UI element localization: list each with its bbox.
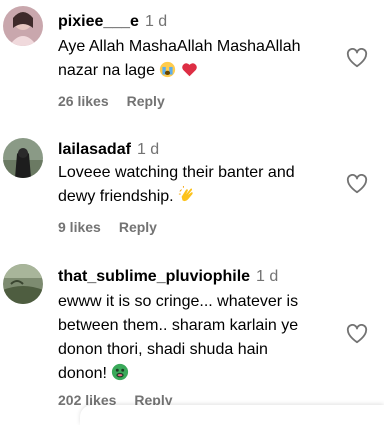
reply-button[interactable]: Reply bbox=[119, 219, 157, 235]
bottom-sheet-edge bbox=[80, 405, 384, 425]
like-heart-icon[interactable] bbox=[346, 323, 368, 344]
username-text[interactable]: that_sublime_pluviophile bbox=[58, 268, 250, 285]
username-text[interactable]: pixiee___e bbox=[58, 13, 139, 30]
comment-line: Loveee watching their banter and bbox=[58, 164, 295, 181]
comment-line: dewy friendship. bbox=[58, 188, 174, 205]
username-text[interactable]: lailasadaf bbox=[58, 141, 131, 158]
comment-username[interactable]: pixiee___e 1 d bbox=[58, 13, 167, 31]
red-heart-emoji-icon bbox=[181, 61, 198, 86]
avatar[interactable] bbox=[3, 138, 43, 178]
like-heart-icon[interactable] bbox=[346, 173, 368, 194]
likes-count-link[interactable]: 9 likes bbox=[58, 219, 101, 235]
comment-text: Loveee watching their banter and dewy fr… bbox=[58, 161, 334, 212]
comment-line: between them.. sharam karlain ye bbox=[58, 317, 299, 334]
comment-text: Aye Allah MashaAllah MashaAllah nazar na… bbox=[58, 35, 334, 86]
crying-face-emoji-icon bbox=[159, 61, 176, 86]
comment-time: 1 d bbox=[136, 141, 160, 158]
nauseated-face-emoji-icon bbox=[111, 363, 129, 389]
reply-button[interactable]: Reply bbox=[127, 93, 165, 109]
clapping-hands-emoji-icon bbox=[178, 186, 196, 212]
comment-username[interactable]: that_sublime_pluviophile 1 d bbox=[58, 268, 278, 286]
like-heart-icon[interactable] bbox=[346, 47, 368, 68]
comment-time: 1 d bbox=[256, 268, 279, 285]
likes-count-link[interactable]: 26 likes bbox=[58, 93, 109, 109]
comment-text: ewww it is so cringe... whatever is betw… bbox=[58, 290, 334, 389]
comment-line-with-emoji: nazar na lage bbox=[58, 59, 334, 86]
comment-meta: 9 likes Reply bbox=[58, 219, 157, 235]
comment-line-with-emoji: dewy friendship. bbox=[58, 185, 334, 212]
comment-meta: 26 likes Reply bbox=[58, 93, 165, 109]
comment-line: nazar na lage bbox=[58, 62, 155, 79]
comment-time: 1 d bbox=[144, 13, 168, 30]
comment-line: donon! bbox=[58, 365, 107, 382]
comment-line: ewww it is so cringe... whatever is bbox=[58, 293, 299, 310]
avatar[interactable] bbox=[3, 6, 43, 46]
comment-username[interactable]: lailasadaf 1 d bbox=[58, 141, 159, 159]
avatar[interactable] bbox=[3, 264, 43, 304]
comment-line: donon thori, shadi shuda hain bbox=[58, 341, 268, 358]
comment-line: Aye Allah MashaAllah MashaAllah bbox=[58, 38, 301, 55]
comment-line-with-emoji: donon! bbox=[58, 362, 334, 389]
